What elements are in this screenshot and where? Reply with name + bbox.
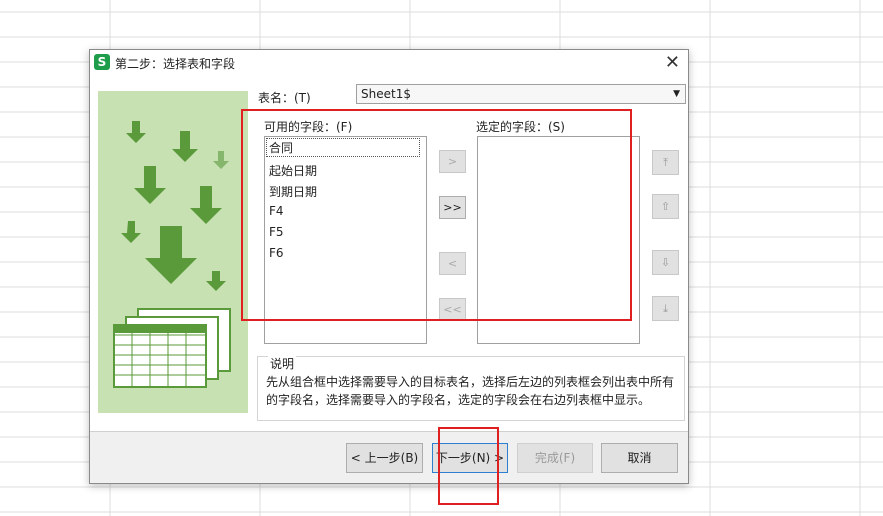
dialog-title: 第二步：选择表和字段 [115, 57, 236, 71]
back-button[interactable]: < 上一步(B) [346, 443, 423, 473]
list-item[interactable]: F6 [269, 246, 284, 260]
arrow-down-icon [172, 131, 198, 162]
wizard-illustration [98, 91, 248, 413]
move-top-button[interactable]: ⤒ [652, 150, 679, 175]
next-button[interactable]: 下一步(N) > [432, 443, 508, 473]
arrow-down-icon: ⇩ [660, 256, 671, 269]
wps-app-icon: S [94, 54, 110, 70]
table-name-label: 表名：(T) [258, 91, 311, 105]
dialog-content: 表名：(T) Sheet1$ ▼ 可用的字段：(F) 合同 起始日期 到期日期 … [90, 76, 688, 431]
arrow-up-icon: ⇧ [660, 200, 671, 213]
cancel-button[interactable]: 取消 [601, 443, 678, 473]
add-field-button[interactable]: > [439, 150, 466, 173]
list-item[interactable]: 到期日期 [269, 183, 317, 200]
close-icon[interactable]: ✕ [665, 52, 680, 73]
selected-fields-list[interactable] [477, 136, 640, 344]
arrow-down-icon [145, 226, 197, 284]
list-item[interactable]: F4 [269, 204, 284, 218]
move-bottom-icon: ⤓ [663, 302, 668, 315]
selected-fields-label: 选定的字段：(S) [476, 120, 565, 134]
move-down-button[interactable]: ⇩ [652, 250, 679, 275]
footer-divider [90, 431, 688, 432]
dialog-titlebar: S 第二步：选择表和字段 ✕ [90, 50, 688, 76]
remove-field-button[interactable]: < [439, 252, 466, 275]
arrow-down-icon [134, 166, 166, 204]
list-item[interactable]: F5 [269, 225, 284, 239]
description-title: 说明 [268, 355, 297, 372]
description-group: 说明 先从组合框中选择需要导入的目标表名，选择后左边的列表框会列出表中所有的字段… [257, 355, 685, 421]
move-bottom-button[interactable]: ⤓ [652, 296, 679, 321]
table-name-value: Sheet1$ [361, 87, 411, 101]
available-fields-label: 可用的字段：(F) [264, 120, 353, 134]
arrow-down-icon [213, 151, 229, 169]
available-fields-list[interactable]: 合同 起始日期 到期日期 F4 F5 F6 [264, 136, 427, 344]
import-wizard-dialog: S 第二步：选择表和字段 ✕ 表名：(T) Sheet1$ ▼ 可用的字段：(F… [89, 49, 689, 484]
finish-button[interactable]: 完成(F) [517, 443, 593, 473]
arrow-down-icon [190, 186, 222, 224]
move-up-button[interactable]: ⇧ [652, 194, 679, 219]
chevron-down-icon[interactable]: ▼ [673, 89, 680, 99]
arrow-down-icon [126, 121, 146, 143]
arrow-down-icon [121, 221, 141, 243]
list-item[interactable]: 起始日期 [269, 162, 317, 179]
description-text: 先从组合框中选择需要导入的目标表名，选择后左边的列表框会列出表中所有的字段名，选… [266, 375, 675, 407]
table-name-combobox[interactable]: Sheet1$ ▼ [356, 84, 686, 104]
add-all-fields-button[interactable]: >> [439, 196, 466, 219]
arrow-down-icon [206, 271, 226, 291]
list-item[interactable]: 合同 [266, 138, 420, 157]
remove-all-fields-button[interactable]: << [439, 298, 466, 321]
move-top-icon: ⤒ [663, 156, 668, 169]
